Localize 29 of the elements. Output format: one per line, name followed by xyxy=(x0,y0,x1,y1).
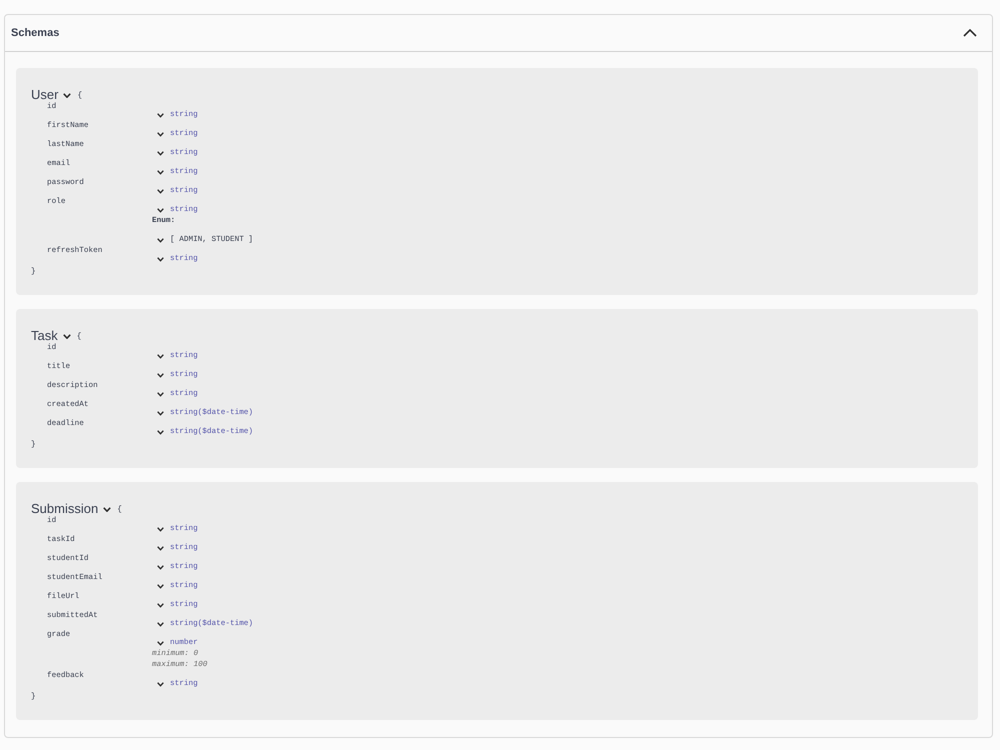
chevron-down-icon[interactable] xyxy=(157,170,164,175)
chevron-down-icon[interactable] xyxy=(157,257,164,262)
chevron-down-icon[interactable] xyxy=(157,392,164,397)
chevron-down-icon[interactable] xyxy=(157,546,164,551)
model-title-toggle[interactable]: User xyxy=(31,88,72,102)
chevron-down-icon[interactable] xyxy=(62,334,71,338)
chevron-down-icon[interactable] xyxy=(157,113,164,118)
chevron-down-icon[interactable] xyxy=(157,641,164,646)
chevron-down-icon[interactable] xyxy=(157,354,164,359)
chevron-down-icon[interactable] xyxy=(157,373,164,378)
chevron-down-icon[interactable] xyxy=(157,208,164,213)
caret-up-icon[interactable] xyxy=(963,29,977,37)
chevron-down-icon[interactable] xyxy=(157,151,164,156)
model-title-toggle[interactable]: Submission xyxy=(31,502,112,516)
chevron-down-icon[interactable] xyxy=(63,92,72,98)
chevron-down-icon[interactable] xyxy=(157,584,164,589)
chevron-down-icon[interactable] xyxy=(157,430,164,435)
chevron-down-icon[interactable] xyxy=(157,132,164,137)
chevron-down-icon[interactable] xyxy=(157,411,164,416)
chevron-down-icon[interactable] xyxy=(157,622,164,627)
chevron-down-icon[interactable] xyxy=(103,506,112,512)
model-title-toggle[interactable]: Task xyxy=(31,329,71,343)
chevron-down-icon[interactable] xyxy=(157,527,164,532)
chevron-down-icon[interactable] xyxy=(157,565,164,570)
chevron-down-icon[interactable] xyxy=(157,189,164,194)
chevron-down-icon[interactable] xyxy=(157,238,164,243)
chevron-down-icon[interactable] xyxy=(157,603,164,608)
chevron-down-icon[interactable] xyxy=(157,682,164,687)
section-header[interactable]: Schemas xyxy=(5,15,992,52)
